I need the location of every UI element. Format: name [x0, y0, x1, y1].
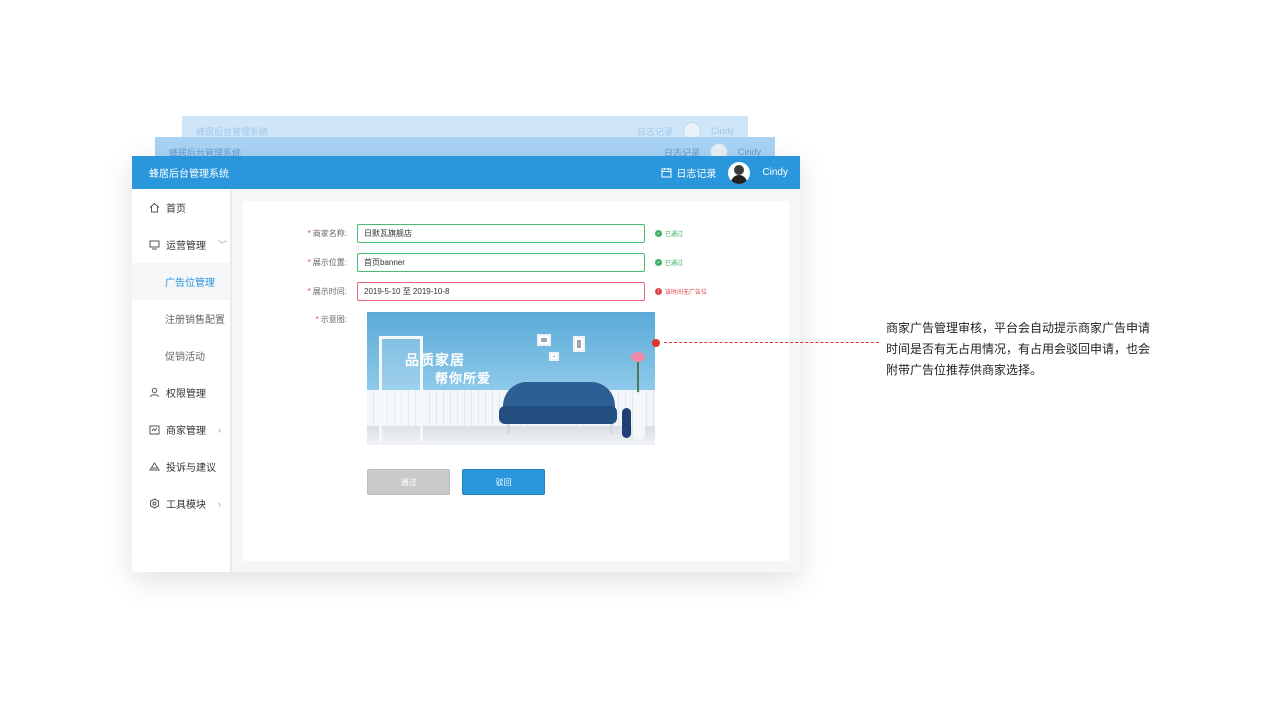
main-window: 蜂居后台管理系统 日志记录 Cindy 首页 运营管理 ﹀ 广告位管理 注册销售…	[132, 156, 800, 572]
annotation-text: 商家广告管理审核，平台会自动提示商家广告申请时间是否有无占用情况，有占用会驳回申…	[886, 321, 1151, 377]
sidebar-item-register-sales[interactable]: 注册销售配置	[132, 300, 230, 337]
sidebar-item-label: 权限管理	[166, 389, 206, 400]
display-time-label: * 展示时间:	[307, 287, 347, 296]
sidebar-item-tools[interactable]: 工具模块 ›	[132, 485, 230, 522]
annotation-marker	[652, 339, 660, 347]
merchant-name-field[interactable]: 日默瓦旗舰店	[357, 224, 645, 243]
sidebar-item-operations[interactable]: 运营管理 ﹀	[132, 226, 230, 263]
chevron-right-icon: ›	[218, 424, 221, 435]
ghost-log: 日志记录	[636, 126, 673, 137]
banner-slogan-2: 帮你所爱	[435, 372, 492, 387]
chevron-down-icon: ﹀	[218, 240, 228, 250]
sidebar-item-label: 促销活动	[165, 352, 205, 363]
ghost-title: 蜂居后台管理系统	[196, 126, 269, 137]
sidebar-item-label: 商家管理	[166, 426, 206, 437]
check-icon: ✓	[655, 230, 662, 237]
app-title: 蜂居后台管理系统	[149, 169, 229, 180]
sidebar-item-merchants[interactable]: 商家管理 ›	[132, 411, 230, 448]
log-record-label: 日志记录	[676, 169, 717, 180]
stage: 蜂居后台管理系统 日志记录 Cindy 蜂居后台管理系统 日志记录 Cindy …	[0, 0, 1280, 720]
sidebar-item-home[interactable]: 首页	[132, 189, 230, 226]
sidebar-item-label: 首页	[166, 204, 186, 215]
preview-image: 品质家居 帮你所爱	[367, 312, 655, 445]
sidebar-item-feedback[interactable]: 投诉与建议	[132, 448, 230, 485]
check-icon: ✓	[655, 259, 662, 266]
banner-slogan-1: 品质家居	[405, 353, 465, 369]
merchant-status: ✓ 已通过	[655, 230, 684, 238]
warning-icon: !	[655, 288, 662, 295]
user-avatar[interactable]	[728, 161, 751, 184]
display-position-label: * 展示位置:	[307, 258, 347, 267]
calendar-icon	[660, 167, 672, 179]
display-time-field[interactable]: 2019-5-10 至 2019-10-8	[357, 282, 645, 301]
user-name[interactable]: Cindy	[762, 167, 788, 178]
top-bar-right: 日志记录 Cindy	[660, 161, 788, 184]
merchant-name-row: * 商家名称: 日默瓦旗舰店 ✓ 已通过	[243, 224, 683, 243]
sidebar-item-label: 运营管理	[166, 241, 206, 252]
feedback-icon	[148, 461, 160, 473]
log-record-link[interactable]: 日志记录	[660, 165, 716, 180]
sidebar-item-ad-slot[interactable]: 广告位管理	[132, 263, 230, 300]
position-status: ✓ 已通过	[655, 259, 684, 267]
preview-label: * 示意图:	[315, 315, 347, 324]
display-time-row: * 展示时间: 2019-5-10 至 2019-10-8 ! 该时间无广告位	[243, 282, 707, 301]
time-status: ! 该时间无广告位	[655, 287, 707, 296]
content-panel: * 商家名称: 日默瓦旗舰店 ✓ 已通过 * 展示位置: 首页banner ✓ 已通过 …	[243, 201, 789, 561]
monitor-icon	[148, 239, 160, 251]
display-position-row: * 展示位置: 首页banner ✓ 已通过	[243, 253, 683, 272]
sidebar-item-label: 工具模块	[166, 500, 206, 511]
home-icon	[148, 202, 160, 214]
sidebar: 首页 运营管理 ﹀ 广告位管理 注册销售配置 促销活动 权限管理 商家管理 › …	[132, 189, 232, 572]
display-position-field[interactable]: 首页banner	[357, 253, 645, 272]
tool-icon	[148, 498, 160, 510]
reject-button[interactable]: 驳回	[462, 469, 545, 495]
store-icon	[148, 424, 160, 436]
preview-row: * 示意图:	[243, 314, 357, 325]
chevron-right-icon: ›	[218, 498, 221, 509]
sidebar-item-permissions[interactable]: 权限管理	[132, 374, 230, 411]
user-icon	[148, 387, 160, 399]
sidebar-item-label: 广告位管理	[165, 278, 215, 289]
sidebar-item-label: 注册销售配置	[165, 315, 225, 326]
top-bar: 蜂居后台管理系统 日志记录 Cindy	[132, 156, 800, 189]
annotation-line	[664, 342, 879, 343]
ghost-user: Cindy	[710, 126, 734, 136]
sidebar-item-label: 投诉与建议	[166, 463, 216, 474]
merchant-name-label: * 商家名称:	[307, 229, 347, 238]
sidebar-item-promotion[interactable]: 促销活动	[132, 337, 230, 374]
pass-button[interactable]: 通过	[367, 469, 450, 495]
